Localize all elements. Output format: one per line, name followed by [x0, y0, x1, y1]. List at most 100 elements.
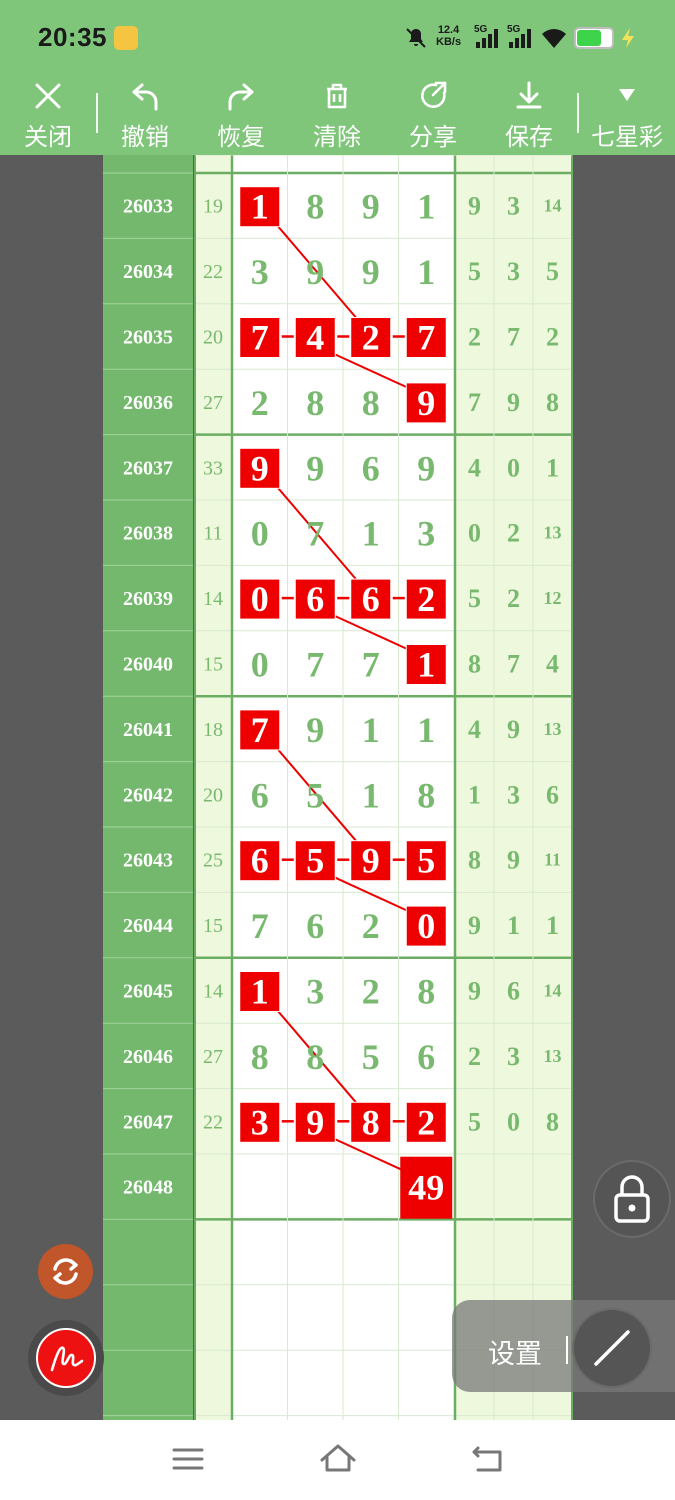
- stat-value: 4: [546, 650, 559, 679]
- sum-value: 14: [203, 981, 223, 1003]
- sum-value: 15: [203, 654, 223, 676]
- digit: 1: [362, 775, 380, 815]
- download-icon: [516, 81, 542, 109]
- stat-value: 8: [468, 846, 481, 875]
- back-icon[interactable]: [468, 1438, 508, 1478]
- save-label: 保存: [505, 124, 553, 151]
- stat-value: 13: [544, 719, 562, 739]
- issue-number: 26039: [123, 588, 173, 610]
- highlighted-digit: 4: [306, 318, 324, 358]
- digit: 8: [251, 1037, 269, 1077]
- settings-button[interactable]: 设置: [488, 1332, 542, 1371]
- digit: 0: [251, 514, 269, 554]
- redo-button[interactable]: 恢复: [202, 75, 280, 155]
- issue-number: 26047: [123, 1111, 173, 1133]
- stat-value: 12: [544, 588, 562, 608]
- issue-number: 26044: [123, 915, 173, 937]
- digit: 7: [306, 645, 324, 685]
- close-label: 关闭: [24, 124, 72, 151]
- undo-icon: [132, 83, 158, 111]
- digit: 1: [417, 710, 435, 750]
- sum-value: 22: [203, 261, 223, 283]
- share-button[interactable]: 分享: [394, 75, 472, 155]
- highlighted-digit: 6: [306, 579, 324, 619]
- digit: 7: [251, 906, 269, 946]
- stat-value: 8: [546, 1107, 559, 1136]
- toolbar-divider: [96, 93, 98, 133]
- digit: 8: [306, 383, 324, 423]
- lottery-label: 七星彩: [591, 124, 663, 151]
- stat-value: 6: [546, 780, 559, 809]
- issue-number: 26034: [123, 261, 173, 283]
- stat-value: 0: [507, 1107, 520, 1136]
- line-tool-button[interactable]: [574, 1310, 650, 1386]
- stat-value: 1: [546, 911, 559, 940]
- pen-scribble-icon: [50, 1346, 84, 1372]
- sum-value: 25: [203, 850, 223, 872]
- trend-chart-grid[interactable]: 26033 19 1 8 9 1 9 3 1426034 22 3 9 9 1 5 3 526035 20 7 4 2 7…: [0, 155, 675, 1420]
- issue-number: 26048: [123, 1177, 173, 1199]
- digit: 7: [306, 514, 324, 554]
- signal-sim1: 5G: [474, 24, 504, 50]
- stat-value: 7: [468, 388, 481, 417]
- redo-icon: [228, 83, 254, 111]
- digit: 6: [362, 448, 380, 488]
- close-icon: [35, 83, 61, 109]
- issue-number: 26037: [123, 457, 173, 479]
- stat-value: 3: [507, 257, 520, 286]
- navigation-bar: [0, 1420, 675, 1500]
- issue-number: 26040: [123, 654, 173, 676]
- signal-bars-icon: [476, 29, 498, 48]
- highlighted-digit: 1: [251, 187, 269, 227]
- clear-button[interactable]: 清除: [298, 75, 376, 155]
- digit: 3: [417, 514, 435, 554]
- stat-value: 9: [507, 388, 520, 417]
- digit: 6: [251, 775, 269, 815]
- stat-value: 4: [468, 715, 481, 744]
- close-button[interactable]: 关闭: [10, 75, 86, 155]
- digit: 8: [417, 972, 435, 1012]
- highlighted-digit: 9: [362, 841, 380, 881]
- digit: 0: [251, 645, 269, 685]
- pen-button[interactable]: [36, 1328, 96, 1388]
- stat-value: 2: [468, 323, 481, 352]
- highlighted-digit: 7: [251, 710, 269, 750]
- digit: 5: [362, 1037, 380, 1077]
- sum-value: 20: [203, 327, 223, 349]
- highlighted-digit: 1: [417, 645, 435, 685]
- save-button[interactable]: 保存: [490, 75, 568, 155]
- issue-number: 26036: [123, 392, 173, 414]
- highlighted-digit: 0: [417, 906, 435, 946]
- stat-value: 5: [546, 257, 559, 286]
- issue-number: 26033: [123, 196, 173, 218]
- prediction-value: 49: [408, 1168, 444, 1208]
- digit: 8: [306, 187, 324, 227]
- signal-sim2: 5G: [507, 24, 537, 50]
- sum-value: 20: [203, 784, 223, 806]
- lock-button[interactable]: [595, 1162, 669, 1236]
- sum-value: 27: [203, 1046, 223, 1068]
- highlighted-digit: 1: [251, 972, 269, 1012]
- sum-value: 27: [203, 392, 223, 414]
- signal-bars-icon: [509, 29, 531, 48]
- settings-divider: [566, 1336, 568, 1364]
- menu-icon[interactable]: [170, 1438, 206, 1478]
- home-icon[interactable]: [318, 1438, 358, 1478]
- stat-value: 9: [507, 715, 520, 744]
- trash-icon: [327, 83, 347, 109]
- stat-value: 8: [546, 388, 559, 417]
- stat-value: 9: [507, 846, 520, 875]
- stat-value: 6: [507, 977, 520, 1006]
- sync-button[interactable]: [38, 1244, 93, 1299]
- digit: 6: [417, 1037, 435, 1077]
- stat-value: 13: [544, 1046, 562, 1066]
- stat-value: 7: [507, 650, 520, 679]
- redo-label: 恢复: [217, 124, 265, 151]
- undo-button[interactable]: 撤销: [106, 75, 184, 155]
- digit: 9: [306, 252, 324, 292]
- highlighted-digit: 5: [306, 841, 324, 881]
- network-speed: 12.4 KB/s: [436, 24, 461, 48]
- digit: 9: [306, 710, 324, 750]
- status-bar: 20:35 12.4 KB/s 5G 5G: [0, 0, 675, 75]
- lottery-select-button[interactable]: 七星彩: [584, 75, 670, 155]
